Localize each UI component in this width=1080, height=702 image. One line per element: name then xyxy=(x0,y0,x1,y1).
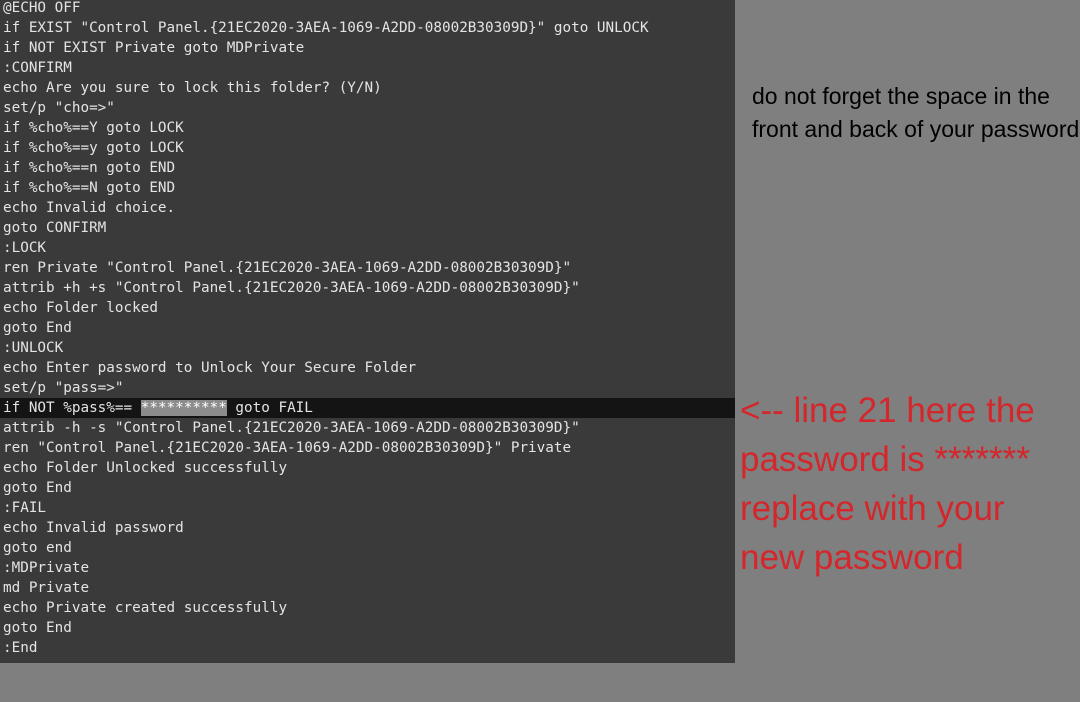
password-selection[interactable]: ********** xyxy=(140,400,227,416)
code-line-32: goto End xyxy=(3,620,72,636)
code-line-21-after: goto FAIL xyxy=(226,400,313,416)
code-line-16: echo Folder locked xyxy=(3,300,158,316)
code-line-3: if NOT EXIST Private goto MDPrivate xyxy=(3,40,305,56)
code-line-31: echo Private created successfully xyxy=(3,600,288,616)
code-line-5: echo Are you sure to lock this folder? (… xyxy=(3,80,382,96)
code-line-17: goto End xyxy=(3,320,72,336)
code-line-28: goto end xyxy=(3,540,72,556)
code-editor[interactable]: @ECHO OFF if EXIST "Control Panel.{21EC2… xyxy=(0,0,735,663)
code-line-20: set/p "pass=>" xyxy=(3,380,124,396)
code-line-11: echo Invalid choice. xyxy=(3,200,176,216)
code-line-9: if %cho%==n goto END xyxy=(3,160,176,176)
code-line-30: md Private xyxy=(3,580,90,596)
code-line-15: attrib +h +s "Control Panel.{21EC2020-3A… xyxy=(3,280,580,296)
code-line-10: if %cho%==N goto END xyxy=(3,180,176,196)
code-line-4: :CONFIRM xyxy=(3,60,72,76)
code-line-6: set/p "cho=>" xyxy=(3,100,115,116)
space-reminder-note: do not forget the space in the front and… xyxy=(752,83,1080,142)
code-line-21-before: if NOT %pass%== xyxy=(3,400,141,416)
code-line-26: :FAIL xyxy=(3,500,47,516)
code-line-8: if %cho%==y goto LOCK xyxy=(3,140,184,156)
code-line-27: echo Invalid password xyxy=(3,520,184,536)
code-line-22: attrib -h -s "Control Panel.{21EC2020-3A… xyxy=(3,420,580,436)
code-line-21-highlighted[interactable]: if NOT %pass%== ********** goto FAIL xyxy=(0,398,735,418)
code-line-14: ren Private "Control Panel.{21EC2020-3AE… xyxy=(3,260,572,276)
code-line-7: if %cho%==Y goto LOCK xyxy=(3,120,184,136)
code-line-29: :MDPrivate xyxy=(3,560,90,576)
code-line-23: ren "Control Panel.{21EC2020-3AEA-1069-A… xyxy=(3,440,572,456)
code-line-2: if EXIST "Control Panel.{21EC2020-3AEA-1… xyxy=(3,20,649,36)
code-line-13: :LOCK xyxy=(3,240,47,256)
code-line-1: @ECHO OFF xyxy=(3,0,81,16)
code-line-12: goto CONFIRM xyxy=(3,220,107,236)
code-line-24: echo Folder Unlocked successfully xyxy=(3,460,288,476)
password-instruction-note: <-- line 21 here the password is *******… xyxy=(740,391,1035,577)
code-line-19: echo Enter password to Unlock Your Secur… xyxy=(3,360,417,376)
code-line-18: :UNLOCK xyxy=(3,340,64,356)
code-line-25: goto End xyxy=(3,480,72,496)
code-line-33: :End xyxy=(3,640,38,656)
